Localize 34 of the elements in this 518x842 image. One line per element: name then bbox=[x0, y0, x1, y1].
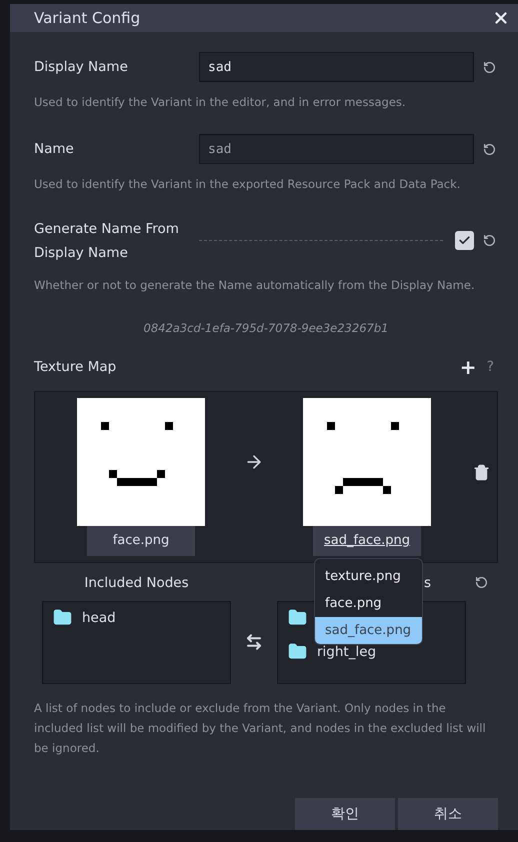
dropdown-option[interactable]: face.png bbox=[315, 590, 422, 617]
reset-button[interactable] bbox=[483, 60, 497, 74]
column-title: s bbox=[424, 574, 431, 591]
delete-button[interactable] bbox=[473, 464, 490, 481]
reset-button[interactable] bbox=[475, 576, 489, 590]
swap-button[interactable] bbox=[245, 633, 263, 652]
field-description: Whether or not to generate the Name automatically from the Display Name. bbox=[34, 276, 476, 294]
add-button[interactable]: + bbox=[460, 354, 477, 379]
reset-button[interactable] bbox=[483, 234, 497, 247]
reset-button[interactable] bbox=[483, 142, 497, 156]
field-label: Name bbox=[34, 140, 75, 160]
texture-select[interactable]: face.png bbox=[87, 526, 195, 556]
folder-icon bbox=[288, 642, 307, 662]
dialog-title: Variant Config bbox=[34, 9, 140, 28]
field-label: Generate Name From Display Name bbox=[34, 220, 180, 262]
folder-icon bbox=[53, 608, 72, 628]
node-name[interactable]: head bbox=[82, 610, 116, 626]
variant-id: 0842a3cd-1efa-795d-7078-9ee3e23267b1 bbox=[142, 320, 390, 335]
column-title: Included Nodes bbox=[83, 574, 190, 591]
field-description: Used to identify the Variant in the exported Resource Pack and Data Pack. bbox=[34, 176, 462, 194]
dialog-button[interactable]: 취소 bbox=[398, 798, 498, 830]
nodes-description: A list of nodes to include or exclude from the Variant. Only nodes in the included list will be modified by the Variant, and nodes in the excluded list will be ignored. bbox=[34, 700, 487, 757]
dropdown-option[interactable]: texture.png bbox=[315, 562, 422, 590]
field-description: Used to identify the Variant in the editor, and in error messages. bbox=[34, 94, 407, 112]
dialog-button[interactable]: 확인 bbox=[295, 798, 395, 830]
checkbox[interactable] bbox=[455, 231, 474, 250]
check-icon bbox=[458, 234, 471, 247]
node-name[interactable]: right_leg bbox=[317, 644, 376, 660]
folder-icon bbox=[288, 608, 307, 628]
section-title: Texture Map bbox=[34, 358, 118, 375]
texture-select[interactable]: sad_face.png bbox=[313, 526, 421, 556]
text-field[interactable]: sad bbox=[199, 52, 474, 82]
field-label: Display Name bbox=[34, 58, 129, 78]
dropdown-option[interactable]: sad_face.png bbox=[315, 616, 422, 644]
